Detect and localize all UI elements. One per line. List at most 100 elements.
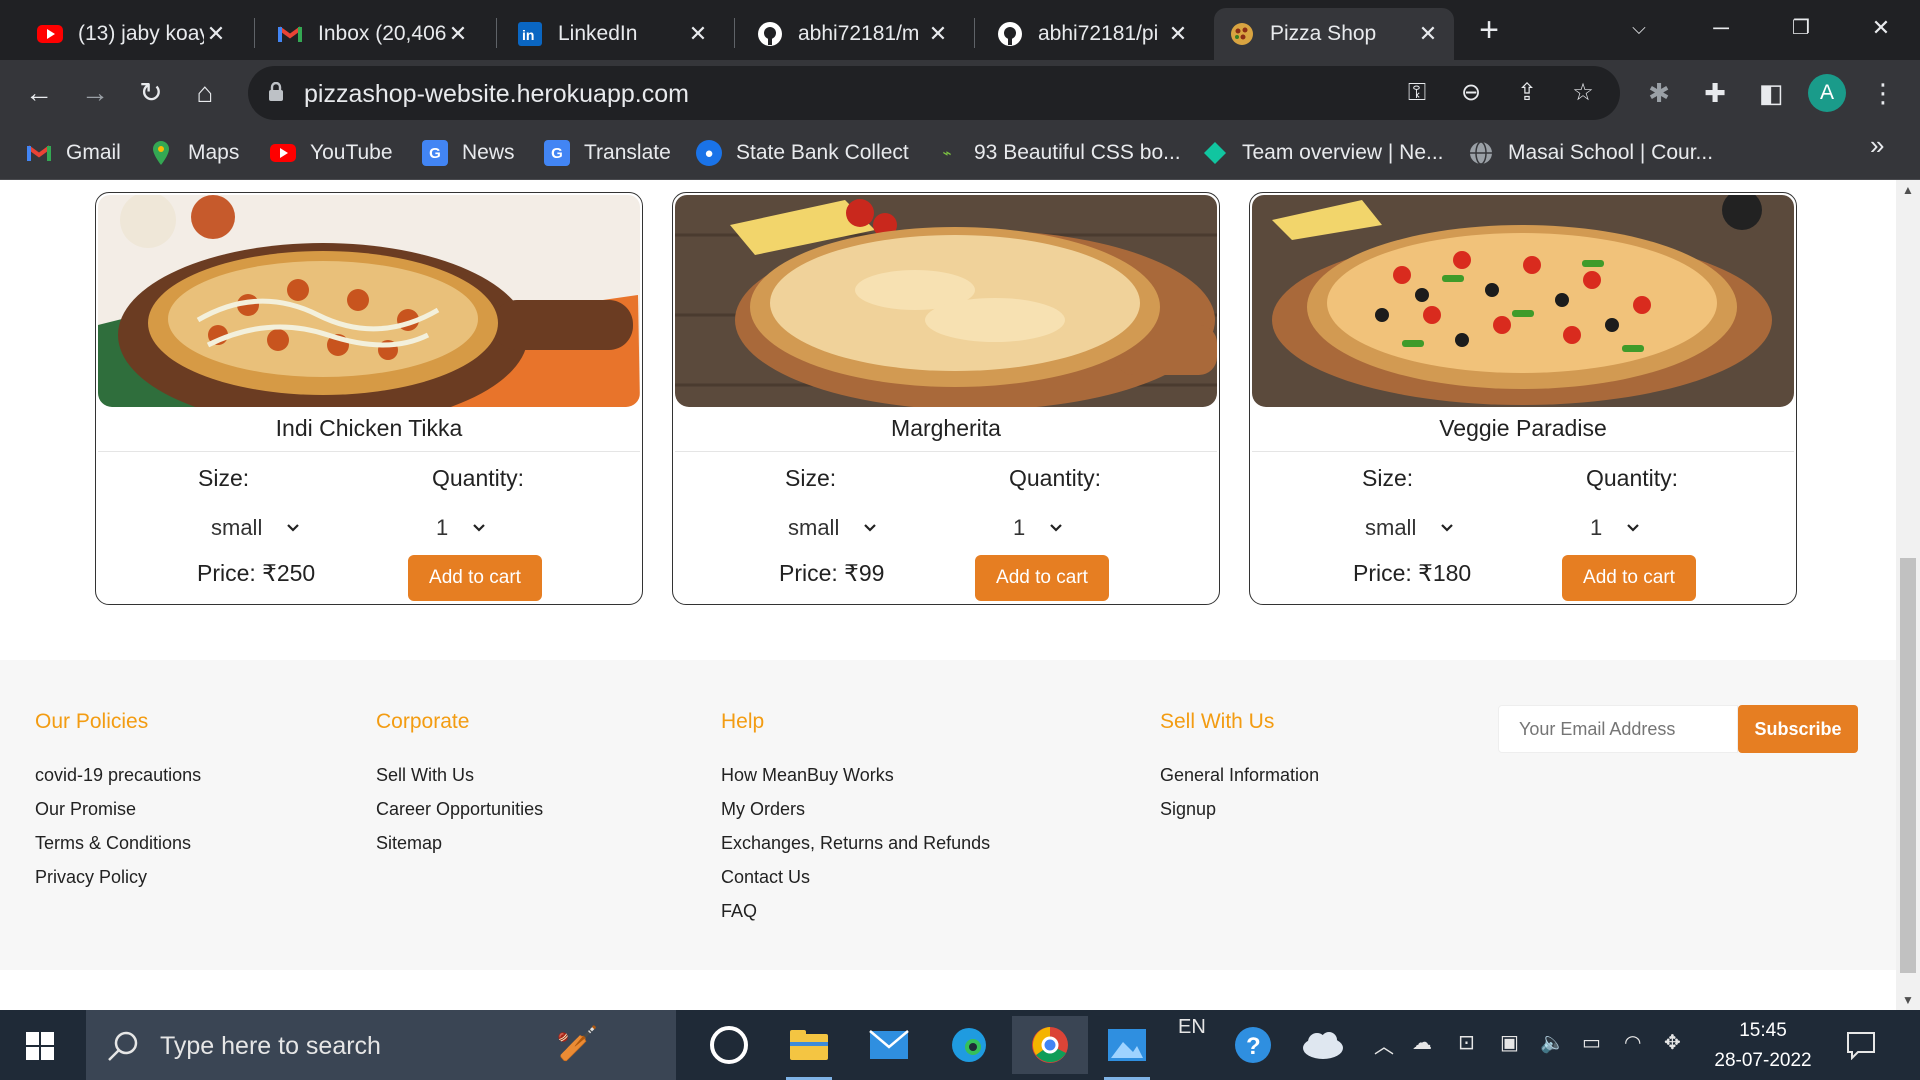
page-scrollbar[interactable]: ▲ ▼ bbox=[1896, 180, 1920, 1010]
bookmark-css[interactable]: ⌁ 93 Beautiful CSS bo... bbox=[934, 136, 1180, 170]
tab-github-1[interactable]: abhi72181/m ✕ bbox=[742, 8, 964, 60]
close-icon[interactable]: ✕ bbox=[204, 21, 228, 47]
tab-linkedin[interactable]: in LinkedIn ✕ bbox=[502, 8, 724, 60]
bookmark-label: YouTube bbox=[310, 141, 393, 164]
restore-icon[interactable]: ❐ bbox=[1776, 6, 1826, 50]
footer-link[interactable]: Exchanges, Returns and Refunds bbox=[721, 833, 990, 854]
footer-link[interactable]: My Orders bbox=[721, 799, 805, 820]
file-explorer-icon[interactable] bbox=[786, 1022, 832, 1080]
photos-icon[interactable] bbox=[1104, 1022, 1150, 1080]
add-to-cart-button[interactable]: Add to cart bbox=[408, 555, 542, 601]
cloud-sync-icon[interactable]: ☁ bbox=[1412, 1030, 1432, 1055]
footer-link[interactable]: FAQ bbox=[721, 901, 757, 922]
bookmark-youtube[interactable]: YouTube bbox=[270, 136, 393, 170]
battery-icon[interactable]: ▭ bbox=[1582, 1030, 1601, 1055]
windows-start-icon[interactable] bbox=[26, 1032, 54, 1060]
bookmark-news[interactable]: G News bbox=[422, 136, 515, 170]
email-field[interactable] bbox=[1498, 705, 1738, 753]
bookmark-masai[interactable]: Masai School | Cour... bbox=[1468, 136, 1713, 170]
reload-icon[interactable]: ↻ bbox=[130, 72, 172, 114]
close-icon[interactable]: ✕ bbox=[446, 21, 470, 47]
close-icon[interactable]: ✕ bbox=[1416, 21, 1440, 47]
profile-avatar[interactable]: A bbox=[1808, 74, 1846, 112]
address-bar[interactable]: pizzashop-website.herokuapp.com ⚿ ⊖ ⇪ ☆ bbox=[248, 66, 1620, 120]
footer-link[interactable]: Contact Us bbox=[721, 867, 810, 888]
tab-youtube[interactable]: (13) jaby koay ✕ bbox=[22, 8, 242, 60]
side-panel-icon[interactable]: ◧ bbox=[1752, 74, 1790, 112]
bookmark-star-icon[interactable]: ☆ bbox=[1566, 76, 1600, 110]
minimize-icon[interactable]: ─ bbox=[1696, 6, 1746, 50]
notifications-icon[interactable] bbox=[1846, 1030, 1876, 1060]
bookmark-state-bank[interactable]: ● State Bank Collect bbox=[696, 136, 909, 170]
footer-link[interactable]: covid-19 precautions bbox=[35, 765, 201, 786]
add-to-cart-button[interactable]: Add to cart bbox=[975, 555, 1109, 601]
key-icon[interactable]: ⚿ bbox=[1400, 76, 1434, 110]
home-icon[interactable]: ⌂ bbox=[184, 72, 226, 114]
close-icon[interactable]: ✕ bbox=[926, 21, 950, 47]
footer-link[interactable]: Sitemap bbox=[376, 833, 442, 854]
window-close-icon[interactable]: ✕ bbox=[1856, 6, 1906, 50]
footer-link[interactable]: How MeanBuy Works bbox=[721, 765, 894, 786]
extension-bug-icon[interactable]: ✱ bbox=[1640, 74, 1678, 112]
language-indicator[interactable]: EN bbox=[1178, 1016, 1206, 1039]
taskbar-search[interactable]: Type here to search 🏏 bbox=[86, 1010, 676, 1080]
edge-browser-icon[interactable] bbox=[946, 1022, 992, 1068]
taskbar-app-circle-icon[interactable] bbox=[706, 1022, 752, 1068]
maps-icon bbox=[148, 140, 174, 166]
tab-search-chevron-icon[interactable]: ⌵ bbox=[1614, 6, 1664, 50]
scroll-thumb[interactable] bbox=[1900, 558, 1916, 973]
meet-now-icon[interactable]: ⊡ bbox=[1458, 1030, 1475, 1055]
footer-link[interactable]: Signup bbox=[1160, 799, 1216, 820]
bookmark-team-overview[interactable]: Team overview | Ne... bbox=[1202, 136, 1444, 170]
close-icon[interactable]: ✕ bbox=[686, 21, 710, 47]
volume-icon[interactable]: 🔈 bbox=[1540, 1030, 1565, 1055]
extensions-puzzle-icon[interactable]: ✚ bbox=[1696, 74, 1734, 112]
footer-link[interactable]: Career Opportunities bbox=[376, 799, 543, 820]
menu-kebab-icon[interactable]: ⋮ bbox=[1864, 74, 1902, 112]
quantity-select[interactable]: 1 bbox=[1590, 515, 1640, 541]
screen-icon[interactable]: ▣ bbox=[1500, 1030, 1519, 1055]
tab-github-2[interactable]: abhi72181/pi ✕ bbox=[982, 8, 1204, 60]
tab-gmail[interactable]: Inbox (20,406 ✕ bbox=[262, 8, 484, 60]
size-select[interactable]: small bbox=[211, 515, 300, 541]
footer-link[interactable]: Sell With Us bbox=[376, 765, 474, 786]
forward-icon[interactable]: → bbox=[74, 72, 116, 114]
chrome-icon[interactable] bbox=[1012, 1016, 1088, 1074]
footer-heading-help: Help bbox=[721, 710, 765, 733]
footer-link[interactable]: Our Promise bbox=[35, 799, 136, 820]
size-select[interactable]: small bbox=[1365, 515, 1454, 541]
share-icon[interactable]: ⇪ bbox=[1510, 76, 1544, 110]
bookmark-translate[interactable]: G Translate bbox=[544, 136, 671, 170]
bookmark-gmail[interactable]: Gmail bbox=[26, 136, 121, 170]
tab-pizza-shop[interactable]: Pizza Shop ✕ bbox=[1214, 8, 1454, 60]
back-icon[interactable]: ← bbox=[18, 72, 60, 114]
bookmark-maps[interactable]: Maps bbox=[148, 136, 239, 170]
zoom-icon[interactable]: ⊖ bbox=[1454, 76, 1488, 110]
size-select[interactable]: small bbox=[788, 515, 877, 541]
windows-taskbar: Type here to search 🏏 EN ? ︿ ☁ ⊡ ▣ 🔈 ▭ ◠… bbox=[0, 1010, 1920, 1080]
site-footer: Our Policies covid-19 precautions Our Pr… bbox=[0, 660, 1896, 970]
footer-link[interactable]: General Information bbox=[1160, 765, 1319, 786]
subscribe-button[interactable]: Subscribe bbox=[1738, 705, 1858, 753]
news-icon: G bbox=[422, 140, 448, 166]
system-clock[interactable]: 15:45 28-07-2022 bbox=[1700, 1016, 1826, 1076]
quantity-select[interactable]: 1 bbox=[1013, 515, 1063, 541]
show-hidden-icons-chevron-icon[interactable]: ︿ bbox=[1374, 1030, 1394, 1059]
dropbox-icon[interactable]: ✥ bbox=[1664, 1030, 1681, 1055]
footer-heading-sell: Sell With Us bbox=[1160, 710, 1275, 733]
quantity-select[interactable]: 1 bbox=[436, 515, 486, 541]
close-icon[interactable]: ✕ bbox=[1166, 21, 1190, 47]
onedrive-cloud-icon[interactable] bbox=[1300, 1022, 1346, 1068]
scroll-up-icon[interactable]: ▲ bbox=[1896, 180, 1920, 200]
add-to-cart-button[interactable]: Add to cart bbox=[1562, 555, 1696, 601]
scroll-down-icon[interactable]: ▼ bbox=[1896, 990, 1920, 1010]
footer-link[interactable]: Terms & Conditions bbox=[35, 833, 191, 854]
new-tab-button[interactable]: + bbox=[1470, 12, 1508, 50]
sbi-icon: ● bbox=[696, 140, 722, 166]
wifi-icon[interactable]: ◠ bbox=[1624, 1030, 1641, 1055]
bookmarks-overflow-icon[interactable]: » bbox=[1870, 130, 1884, 161]
mail-icon[interactable] bbox=[866, 1022, 912, 1068]
help-icon[interactable]: ? bbox=[1230, 1022, 1276, 1068]
footer-link[interactable]: Privacy Policy bbox=[35, 867, 147, 888]
clock-date: 28-07-2022 bbox=[1714, 1050, 1812, 1071]
